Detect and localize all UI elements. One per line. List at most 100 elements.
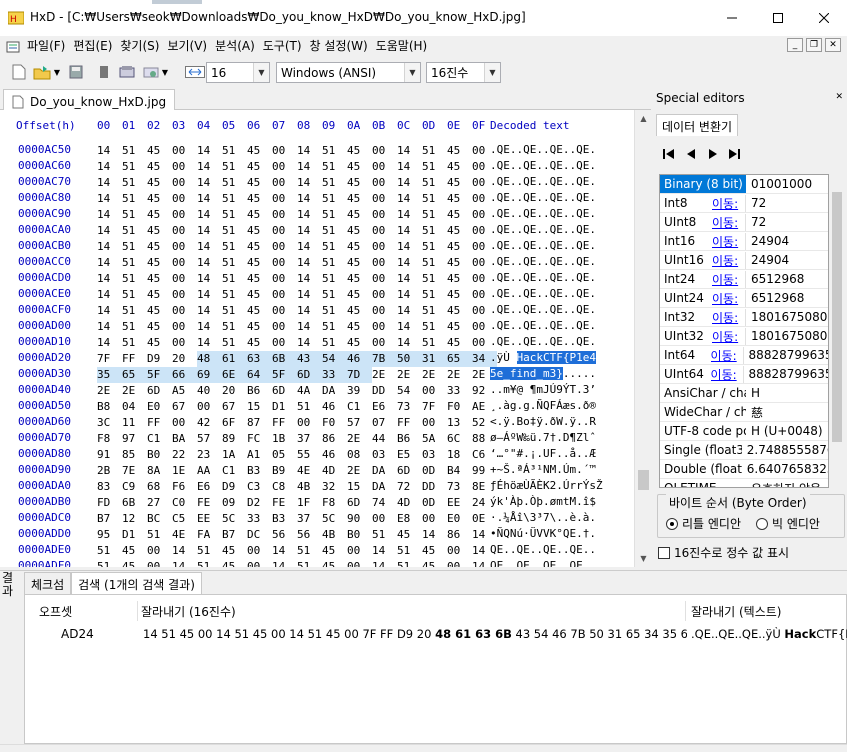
hex-byte[interactable]: 20 bbox=[172, 351, 197, 367]
little-endian-radio[interactable]: 리틀 엔디안 bbox=[666, 515, 741, 532]
hex-byte[interactable]: B6 bbox=[247, 383, 272, 399]
hex-byte[interactable]: DC bbox=[247, 527, 272, 543]
hex-byte[interactable]: 6D bbox=[347, 495, 372, 511]
hex-byte[interactable]: 14 bbox=[272, 559, 297, 567]
hex-byte[interactable]: D9 bbox=[147, 351, 172, 367]
menu-view[interactable]: 보기(V) bbox=[163, 37, 211, 56]
hex-byte[interactable]: 00 bbox=[347, 559, 372, 567]
hex-byte[interactable]: 44 bbox=[372, 431, 397, 447]
hex-byte[interactable]: E0 bbox=[447, 511, 472, 527]
close-button[interactable] bbox=[801, 0, 847, 36]
hex-byte[interactable]: E6 bbox=[197, 479, 222, 495]
hex-byte[interactable]: 51 bbox=[322, 143, 347, 159]
hex-byte[interactable]: 45 bbox=[447, 239, 472, 255]
hex-byte[interactable]: 14 bbox=[297, 271, 322, 287]
hex-byte[interactable]: 74 bbox=[372, 495, 397, 511]
hex-byte[interactable]: 51 bbox=[422, 207, 447, 223]
hex-byte[interactable]: 46 bbox=[322, 399, 347, 415]
first-icon[interactable] bbox=[661, 146, 677, 162]
hex-byte[interactable]: 51 bbox=[222, 207, 247, 223]
hex-byte[interactable]: 14 bbox=[297, 319, 322, 335]
hex-byte[interactable]: 7F bbox=[422, 399, 447, 415]
inspector-row[interactable]: Int16 이동: 24904 bbox=[660, 232, 828, 251]
hex-byte[interactable]: 51 bbox=[122, 239, 147, 255]
hex-byte[interactable]: 00 bbox=[372, 287, 397, 303]
inspector-value[interactable]: 1801675080 bbox=[746, 329, 827, 343]
hex-byte[interactable]: C1 bbox=[147, 431, 172, 447]
hex-byte[interactable]: F0 bbox=[447, 399, 472, 415]
save-button[interactable] bbox=[68, 62, 84, 82]
hex-byte[interactable]: 00 bbox=[272, 335, 297, 351]
document-menu-icon[interactable] bbox=[6, 40, 20, 54]
hex-byte[interactable]: 00 bbox=[272, 271, 297, 287]
hex-byte[interactable]: 00 bbox=[297, 415, 322, 431]
hex-byte[interactable]: DA bbox=[372, 463, 397, 479]
hex-byte[interactable]: FF bbox=[147, 415, 172, 431]
inspector-value[interactable]: 유효하지 않음 bbox=[746, 480, 821, 488]
hex-byte[interactable]: 14 bbox=[297, 175, 322, 191]
hex-byte[interactable]: 4A bbox=[297, 383, 322, 399]
hex-byte[interactable]: 07 bbox=[372, 415, 397, 431]
inspector-row[interactable]: AnsiChar / cha H bbox=[660, 384, 828, 403]
hex-byte[interactable]: 45 bbox=[447, 143, 472, 159]
hex-byte[interactable]: C1 bbox=[347, 399, 372, 415]
hex-byte[interactable]: 51 bbox=[397, 559, 422, 567]
hex-byte[interactable]: 2E bbox=[397, 367, 422, 383]
hex-byte[interactable]: 51 bbox=[222, 175, 247, 191]
hex-byte[interactable]: 00 bbox=[372, 255, 397, 271]
hex-byte[interactable]: 45 bbox=[147, 191, 172, 207]
inspector-value[interactable]: 6512968 bbox=[746, 291, 804, 305]
hex-byte[interactable]: 00 bbox=[422, 415, 447, 431]
close-file-button[interactable] bbox=[96, 62, 112, 82]
hex-byte[interactable]: C0 bbox=[172, 495, 197, 511]
hex-byte[interactable]: 14 bbox=[397, 143, 422, 159]
hex-byte[interactable]: 14 bbox=[397, 207, 422, 223]
hex-byte[interactable]: 45 bbox=[122, 559, 147, 567]
hex-row[interactable]: 0000AD00 14 51 45 00 14 51 45 00 14 51 45 00 14 51 45 00… bbox=[0, 319, 634, 335]
hex-byte[interactable]: DA bbox=[322, 383, 347, 399]
hex-byte[interactable]: 51 bbox=[422, 303, 447, 319]
hex-byte[interactable]: 27 bbox=[147, 495, 172, 511]
hex-byte[interactable]: 72 bbox=[397, 479, 422, 495]
inspector-row[interactable]: UInt32 이동: 1801675080 bbox=[660, 327, 828, 346]
hex-int-checkbox[interactable]: 16진수로 정수 값 표시 bbox=[658, 544, 789, 561]
hex-byte[interactable]: 00 bbox=[272, 207, 297, 223]
hex-byte[interactable]: C5 bbox=[172, 511, 197, 527]
hex-byte[interactable]: B6 bbox=[397, 431, 422, 447]
goto-link[interactable]: 이동: bbox=[712, 232, 746, 250]
decoded-text[interactable]: 5e_find_m3}..... bbox=[490, 367, 596, 380]
hex-byte[interactable]: FE bbox=[197, 495, 222, 511]
inspector-value[interactable]: 88828799635 bbox=[744, 367, 828, 381]
hex-byte[interactable]: 51 bbox=[222, 239, 247, 255]
hex-byte[interactable]: 45 bbox=[247, 159, 272, 175]
hex-byte[interactable]: E5 bbox=[397, 447, 422, 463]
hex-byte[interactable]: 4D bbox=[397, 495, 422, 511]
hex-byte[interactable]: 54 bbox=[322, 351, 347, 367]
hex-byte[interactable]: 51 bbox=[122, 175, 147, 191]
hex-byte[interactable]: 14 bbox=[297, 287, 322, 303]
hex-byte[interactable]: 00 bbox=[147, 559, 172, 567]
hex-byte[interactable]: 7B bbox=[372, 351, 397, 367]
hex-byte[interactable]: 14 bbox=[197, 287, 222, 303]
hex-byte[interactable]: 4E bbox=[297, 463, 322, 479]
hex-byte[interactable]: 40 bbox=[197, 383, 222, 399]
hex-byte[interactable]: 45 bbox=[222, 543, 247, 559]
menu-search[interactable]: 찾기(S) bbox=[116, 37, 163, 56]
hex-byte[interactable]: 5F bbox=[272, 367, 297, 383]
inspector-row[interactable]: UInt16 이동: 24904 bbox=[660, 251, 828, 270]
inspector-value[interactable]: 24904 bbox=[746, 234, 789, 248]
hex-byte[interactable]: 45 bbox=[147, 319, 172, 335]
inspector-row[interactable]: UTF-8 code po H (U+0048) bbox=[660, 422, 828, 441]
hex-byte[interactable]: 51 bbox=[322, 239, 347, 255]
hex-byte[interactable]: 4E bbox=[172, 527, 197, 543]
hex-byte[interactable]: 67 bbox=[222, 399, 247, 415]
hex-byte[interactable]: FE bbox=[272, 495, 297, 511]
hex-byte[interactable]: 51 bbox=[422, 271, 447, 287]
hex-byte[interactable]: 14 bbox=[397, 191, 422, 207]
hex-byte[interactable]: 2B bbox=[97, 463, 122, 479]
hex-byte[interactable]: 68 bbox=[147, 479, 172, 495]
hex-byte[interactable]: 20 bbox=[222, 383, 247, 399]
hex-byte[interactable]: 45 bbox=[247, 287, 272, 303]
hex-byte[interactable]: 45 bbox=[347, 287, 372, 303]
hex-row[interactable]: 0000AD60 3C 11 FF 00 42 6F 87 FF 00 F0 57 07 FF 00 13 52… bbox=[0, 415, 634, 431]
